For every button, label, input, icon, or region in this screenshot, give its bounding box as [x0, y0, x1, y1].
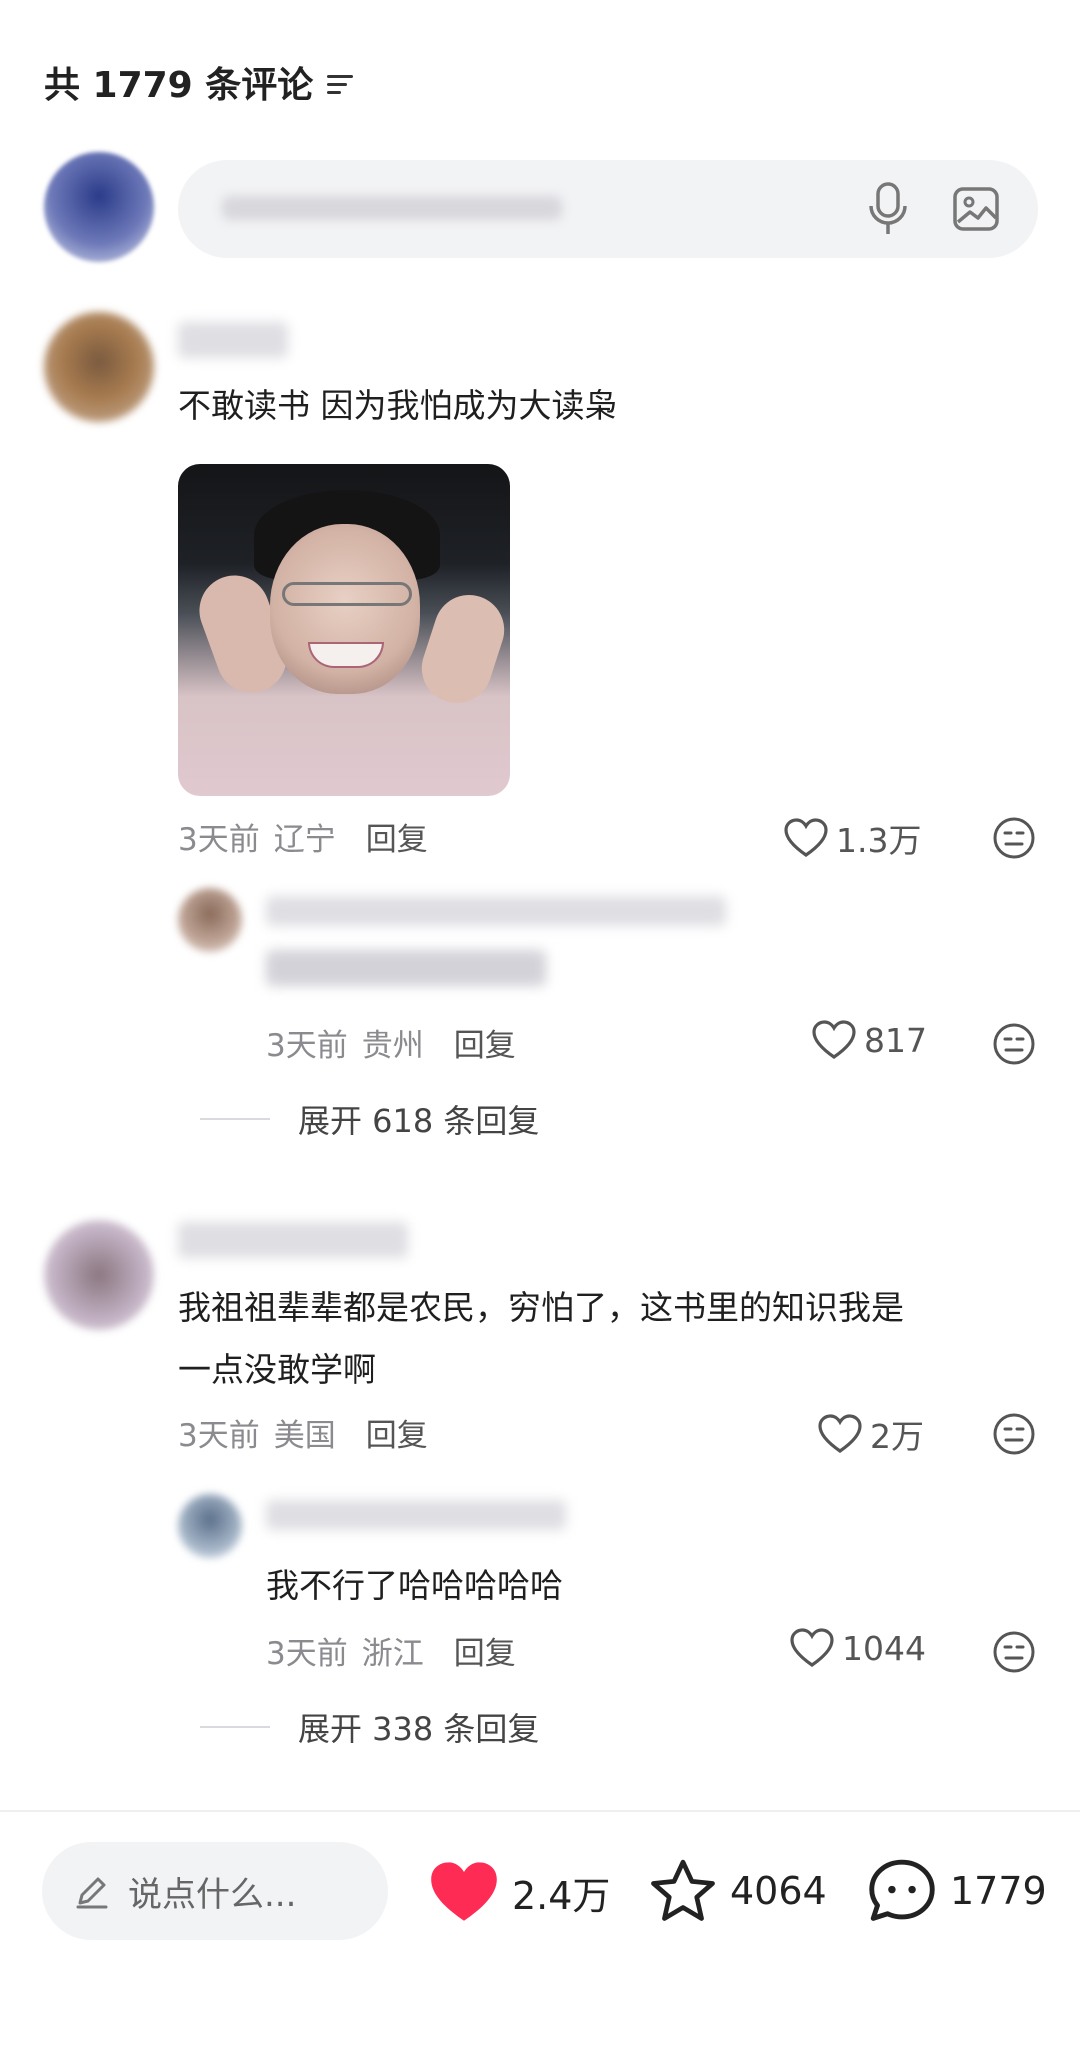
like-count: 2万 — [870, 1417, 924, 1456]
reply-button[interactable]: 回复 — [454, 1020, 516, 1065]
comment-text-line2: 一点没敢学啊 — [178, 1350, 376, 1389]
mic-icon[interactable] — [866, 182, 910, 236]
heart-outline-icon — [790, 1628, 834, 1667]
say-something-placeholder: 说点什么... — [128, 1874, 297, 1915]
emoji-icon[interactable] — [992, 1412, 1036, 1456]
reply-time: 3天前 — [266, 1028, 348, 1064]
heart-outline-icon — [784, 818, 828, 857]
sort-icon[interactable] — [325, 67, 355, 97]
divider — [200, 1726, 270, 1728]
comment-avatar[interactable] — [44, 312, 154, 422]
divider — [200, 1118, 270, 1120]
reply-location: 浙江 — [361, 1636, 424, 1672]
bottom-bar-divider — [0, 1810, 1080, 1812]
reply-avatar[interactable] — [178, 1494, 242, 1558]
say-something-input[interactable]: 说点什么... — [42, 1842, 388, 1940]
image-icon[interactable] — [952, 186, 1000, 232]
heart-outline-icon — [818, 1414, 862, 1453]
comment-count: 1779 — [950, 1869, 1047, 1913]
favorite-count: 4064 — [730, 1869, 827, 1913]
post-like-count: 2.4万 — [512, 1873, 611, 1918]
like-count: 817 — [864, 1020, 927, 1060]
comments-button[interactable]: 1779 — [866, 1856, 1047, 1926]
heart-outline-icon — [812, 1020, 856, 1059]
comment-username-blurred[interactable] — [178, 1222, 408, 1258]
reply-meta: 3天前 浙江 回复 — [266, 1628, 516, 1673]
like-button[interactable]: 1044 — [790, 1628, 926, 1668]
comment-location: 美国 — [273, 1418, 336, 1454]
reply-button[interactable]: 回复 — [366, 814, 428, 859]
current-user-avatar — [44, 152, 154, 262]
comment-location: 辽宁 — [273, 822, 336, 858]
reply-meta: 3天前 贵州 回复 — [266, 1020, 516, 1065]
reply-username-blurred[interactable] — [266, 896, 726, 926]
emoji-icon[interactable] — [992, 1630, 1036, 1674]
heart-filled-icon — [431, 1862, 497, 1921]
favorite-button[interactable]: 4064 — [648, 1858, 827, 1924]
comment-time: 3天前 — [178, 1418, 260, 1454]
expand-replies-label: 展开 338 条回复 — [298, 1710, 540, 1748]
reply-username-blurred[interactable] — [266, 1500, 566, 1530]
comment-meta: 3天前 美国 回复 — [178, 1410, 428, 1455]
comment-username-blurred[interactable] — [178, 322, 288, 358]
like-count: 1.3万 — [836, 821, 922, 860]
comment-image[interactable] — [178, 464, 510, 796]
like-button[interactable]: 817 — [812, 1020, 927, 1060]
star-icon — [651, 1859, 715, 1921]
reply-time: 3天前 — [266, 1636, 348, 1672]
comment-count-header: 共 1779 条评论 — [44, 56, 355, 108]
emoji-icon[interactable] — [992, 1022, 1036, 1066]
expand-replies-button[interactable]: 展开 338 条回复 — [200, 1704, 539, 1750]
reply-text: 我不行了哈哈哈哈哈 — [266, 1566, 563, 1605]
comment-count-label: 共 1779 条评论 — [44, 65, 314, 106]
like-button[interactable]: 1.3万 — [784, 814, 921, 862]
like-button[interactable]: 2万 — [818, 1410, 924, 1458]
chat-bubble-icon — [869, 1859, 935, 1921]
reply-avatar[interactable] — [178, 888, 242, 952]
like-count: 1044 — [842, 1628, 926, 1668]
reply-button[interactable]: 回复 — [454, 1628, 516, 1673]
reply-location: 贵州 — [361, 1028, 424, 1064]
reply-button[interactable]: 回复 — [366, 1410, 428, 1455]
comment-meta: 3天前 辽宁 回复 — [178, 814, 428, 859]
comment-avatar[interactable] — [44, 1220, 154, 1330]
emoji-icon[interactable] — [992, 816, 1036, 860]
comment-input-placeholder-blurred — [222, 196, 562, 220]
reply-text-blurred — [266, 950, 546, 986]
comment-time: 3天前 — [178, 822, 260, 858]
comment-text-line1: 我祖祖辈辈都是农民，穷怕了，这书里的知识我是 — [178, 1288, 904, 1327]
post-like-button[interactable]: 2.4万 — [428, 1860, 610, 1924]
comment-text: 不敢读书 因为我怕成为大读枭 — [178, 386, 618, 425]
expand-replies-button[interactable]: 展开 618 条回复 — [200, 1096, 539, 1142]
expand-replies-label: 展开 618 条回复 — [298, 1102, 540, 1140]
pencil-icon — [76, 1877, 108, 1909]
